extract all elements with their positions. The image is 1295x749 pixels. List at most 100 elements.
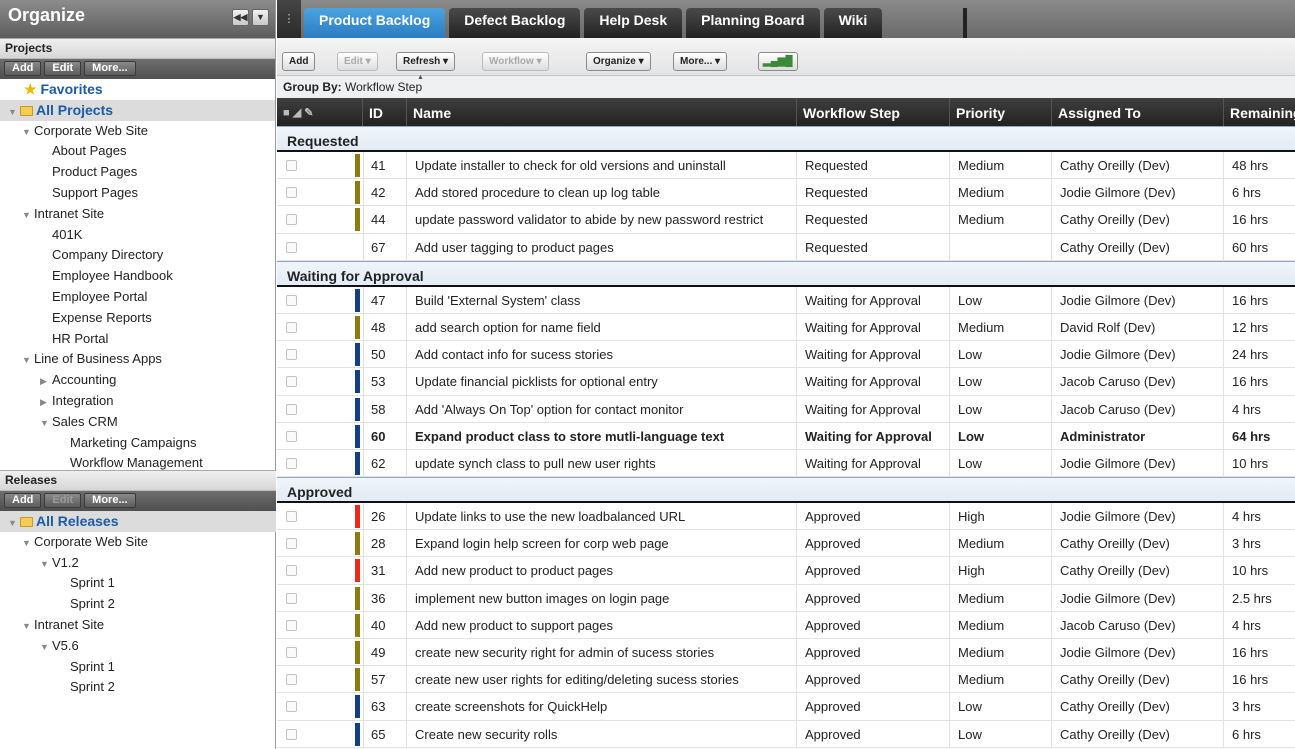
releases-more-button[interactable]: More... — [84, 493, 136, 508]
tree-item-corporate-web-site[interactable]: ▼ Corporate Web Site — [0, 121, 275, 142]
tree-item-sales-crm[interactable]: ▼ Sales CRM — [0, 412, 275, 433]
header-workflow-step[interactable]: Workflow Step — [797, 98, 950, 126]
row-checkbox[interactable] — [286, 565, 297, 577]
row-checkbox[interactable] — [286, 160, 297, 171]
table-row[interactable]: 63 create screenshots for QuickHelp Approv… — [277, 693, 1295, 721]
table-row[interactable]: 50 Add contact info for sucess stories Wai… — [277, 341, 1295, 369]
tab-planning-board[interactable]: Planning Board — [686, 8, 820, 38]
add-button[interactable]: Add — [282, 52, 316, 71]
favorites-item[interactable]: ★ Favorites — [0, 79, 275, 100]
tree-item-v1-2[interactable]: ▼ V1.2 — [0, 553, 276, 574]
tab-wiki[interactable]: Wiki — [823, 8, 883, 38]
tab-defect-backlog[interactable]: Defect Backlog — [449, 8, 581, 38]
row-checkbox[interactable] — [286, 241, 297, 253]
header-select-all[interactable]: ■ ◢ ✎ — [277, 98, 363, 126]
header-priority[interactable]: Priority — [950, 98, 1052, 126]
chevron-down-icon[interactable]: ▼ — [8, 102, 20, 123]
chevron-down-icon[interactable]: ▼ — [22, 616, 34, 637]
tree-item-line-of-business-apps[interactable]: ▼ Line of Business Apps — [0, 349, 275, 370]
row-checkbox[interactable] — [286, 187, 297, 199]
header-remaining[interactable]: Remaining — [1224, 98, 1295, 126]
chevron-down-icon[interactable]: ▼ — [22, 533, 34, 554]
header-id[interactable]: ID — [363, 98, 407, 126]
tab-product-backlog[interactable]: Product Backlog — [304, 8, 446, 38]
row-checkbox[interactable] — [286, 376, 297, 388]
chevron-down-icon[interactable]: ▼ — [40, 554, 52, 575]
row-checkbox[interactable] — [286, 538, 297, 550]
table-row[interactable]: 65 Create new security rolls Approved Low Ca… — [277, 720, 1295, 748]
table-row[interactable]: 26 Update links to use the new loadbalanc… — [277, 503, 1295, 531]
table-row[interactable]: 41 Update installer to check for old vers… — [277, 152, 1295, 180]
row-checkbox[interactable] — [286, 674, 297, 686]
table-row[interactable]: 44 update password validator to abide by … — [277, 206, 1295, 234]
table-row[interactable]: 31 Add new product to product pages Approv… — [277, 557, 1295, 585]
tree-item-sprint-2[interactable]: Sprint 2 — [0, 677, 276, 698]
chevron-down-icon[interactable]: ▼ — [22, 350, 34, 371]
releases-edit-button[interactable]: Edit — [44, 493, 82, 508]
chart-icon[interactable]: ▂▄▆█ — [758, 52, 798, 71]
tree-item-intranet-site[interactable]: ▼ Intranet Site — [0, 615, 276, 636]
tree-item-accounting[interactable]: ▶ Accounting — [0, 370, 275, 391]
tab-help-desk[interactable]: Help Desk — [584, 8, 683, 38]
table-row[interactable]: 57 create new user rights for editing/del… — [277, 666, 1295, 694]
table-row[interactable]: 28 Expand login help screen for corp web … — [277, 530, 1295, 558]
row-checkbox[interactable] — [286, 457, 297, 469]
tree-item-support-pages[interactable]: Support Pages — [0, 183, 275, 204]
table-row[interactable]: 58 Add 'Always On Top' option for contact… — [277, 395, 1295, 423]
chevron-down-icon[interactable]: ▼ — [22, 205, 34, 226]
chevron-down-icon[interactable]: ▼ — [40, 413, 52, 434]
row-checkbox[interactable] — [286, 647, 297, 658]
row-checkbox[interactable] — [286, 430, 297, 442]
checkbox-icon[interactable]: ■ — [283, 107, 290, 119]
organize-button[interactable]: Organize ▾ — [586, 52, 651, 71]
group-header-waiting-for-approval[interactable]: Waiting for Approval — [277, 260, 1295, 287]
table-row[interactable]: 49 create new security right for admin of… — [277, 639, 1295, 667]
tree-item-integration[interactable]: ▶ Integration — [0, 391, 275, 412]
collapse-sidebar-icon[interactable]: ◀◀ — [232, 9, 249, 26]
row-checkbox[interactable] — [286, 321, 297, 333]
row-checkbox[interactable] — [286, 349, 297, 361]
table-row[interactable]: 67 Add user tagging to product pages Reque… — [277, 233, 1295, 261]
group-header-approved[interactable]: Approved — [277, 477, 1295, 504]
tree-item-sprint-2[interactable]: Sprint 2 — [0, 594, 276, 615]
tree-item-expense-reports[interactable]: Expense Reports — [0, 308, 275, 329]
tree-item-corporate-web-site[interactable]: ▼ Corporate Web Site — [0, 532, 276, 553]
projects-add-button[interactable]: Add — [4, 61, 42, 76]
chevron-right-icon[interactable]: ▶ — [40, 392, 52, 413]
row-checkbox[interactable] — [286, 592, 297, 604]
all-projects-item[interactable]: ▼ All Projects — [0, 99, 275, 123]
chevron-down-icon[interactable]: ▼ — [40, 637, 52, 658]
row-checkbox[interactable] — [286, 403, 297, 415]
chevron-down-icon[interactable]: ▼ — [22, 122, 34, 143]
tree-item-401k[interactable]: 401K — [0, 225, 275, 246]
sidebar-menu-icon[interactable]: ▼ — [252, 9, 269, 26]
chevron-down-icon[interactable]: ▼ — [8, 513, 20, 534]
tree-item-company-directory[interactable]: Company Directory — [0, 245, 275, 266]
row-checkbox[interactable] — [286, 294, 297, 306]
header-name[interactable]: Name — [407, 98, 797, 126]
projects-more-button[interactable]: More... — [84, 61, 136, 76]
row-checkbox[interactable] — [286, 214, 297, 226]
table-row[interactable]: 47 Build 'External System' class Waiting f… — [277, 286, 1295, 314]
group-header-requested[interactable]: Requested — [277, 126, 1295, 152]
row-checkbox[interactable] — [286, 701, 297, 713]
row-checkbox[interactable] — [286, 511, 297, 523]
tree-item-product-pages[interactable]: Product Pages — [0, 162, 275, 183]
all-releases-item[interactable]: ▼ All Releases — [0, 511, 276, 532]
table-row[interactable]: 60 Expand product class to store mutli-la… — [277, 422, 1295, 450]
chevron-right-icon[interactable]: ▶ — [40, 371, 52, 392]
edit-button[interactable]: Edit ▾ — [337, 52, 378, 71]
row-checkbox[interactable] — [286, 728, 297, 740]
projects-edit-button[interactable]: Edit — [44, 61, 82, 76]
header-assigned-to[interactable]: Assigned To — [1052, 98, 1224, 126]
tree-item-about-pages[interactable]: About Pages — [0, 141, 275, 162]
tree-item-hr-portal[interactable]: HR Portal — [0, 329, 275, 350]
row-checkbox[interactable] — [286, 619, 297, 631]
table-row[interactable]: 40 Add new product to support pages Approv… — [277, 611, 1295, 639]
tree-item-employee-portal[interactable]: Employee Portal — [0, 287, 275, 308]
tree-item-sprint-1[interactable]: Sprint 1 — [0, 573, 276, 594]
tree-item-v5-6[interactable]: ▼ V5.6 — [0, 636, 276, 657]
table-row[interactable]: 53 Update financial picklists for optiona… — [277, 368, 1295, 396]
refresh-button[interactable]: Refresh ▾ — [396, 52, 456, 71]
table-row[interactable]: 48 add search option for name field Waitin… — [277, 313, 1295, 342]
